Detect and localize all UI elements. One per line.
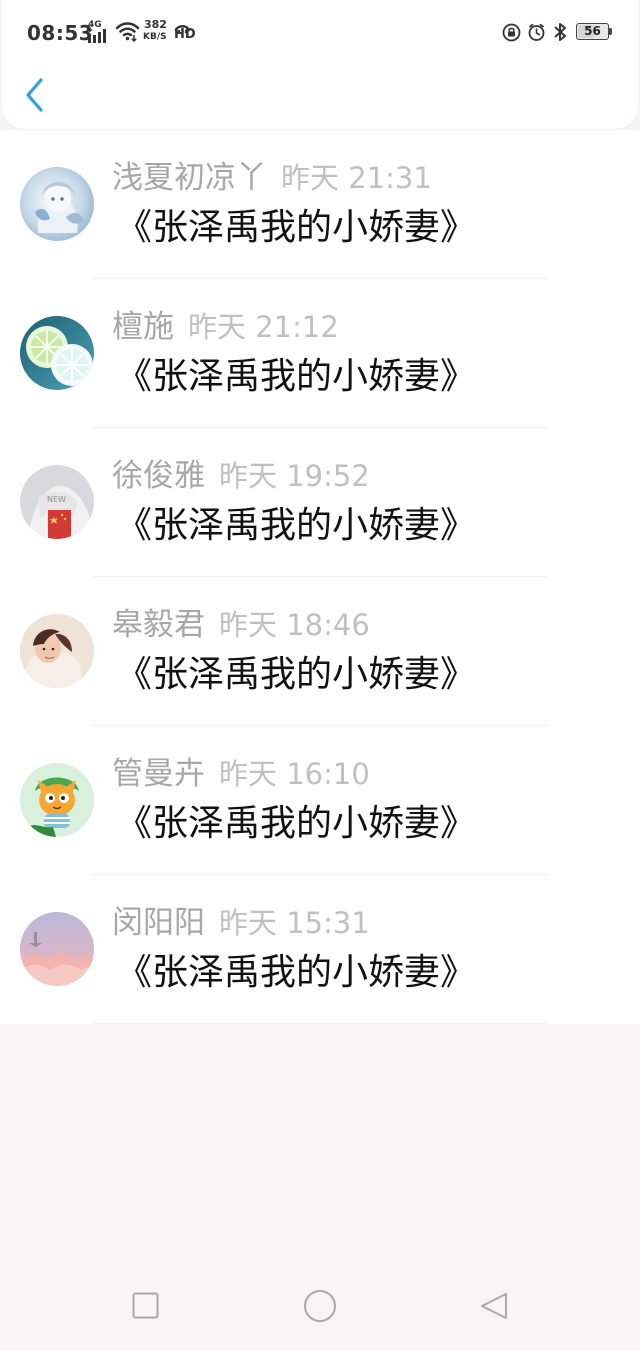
- status-bar: 08:53 4G 382 KB/S HD 56: [0, 0, 640, 66]
- comment-list: 浅夏初凉丫 昨天 21:31 《张泽禹我的小娇妻》 檀施 昨天 21:12 《张…: [0, 130, 640, 1024]
- comment-time: 昨天 19:52: [219, 459, 370, 493]
- network-speed-value: 382: [144, 18, 167, 31]
- square-icon: [132, 1292, 159, 1319]
- home-button[interactable]: [300, 1286, 340, 1326]
- username[interactable]: 檀施: [112, 309, 174, 345]
- username[interactable]: 管曼卉: [112, 756, 205, 792]
- status-time: 08:53: [27, 21, 94, 45]
- comment-item[interactable]: 管曼卉 昨天 16:10 《张泽禹我的小娇妻》: [0, 726, 640, 875]
- comment-meta: 皋毅君 昨天 18:46: [112, 605, 370, 645]
- username[interactable]: 皋毅君: [112, 607, 205, 643]
- avatar[interactable]: [20, 763, 94, 837]
- back-button[interactable]: [475, 1286, 515, 1326]
- comment-meta: 檀施 昨天 21:12: [112, 307, 339, 347]
- username[interactable]: 浅夏初凉丫: [112, 160, 267, 196]
- wifi-icon: [115, 22, 140, 42]
- comment-text: 《张泽禹我的小娇妻》: [116, 505, 477, 546]
- comment-text: 《张泽禹我的小娇妻》: [116, 654, 477, 695]
- battery-cap: [609, 28, 612, 35]
- avatar[interactable]: [20, 614, 94, 688]
- comment-meta: 闵阳阳 昨天 15:31: [112, 903, 370, 943]
- avatar[interactable]: [20, 912, 94, 986]
- svg-text:NEW: NEW: [47, 495, 66, 504]
- comment-text: 《张泽禹我的小娇妻》: [116, 356, 477, 397]
- bluetooth-icon: [554, 23, 566, 41]
- network-speed-unit: KB/S: [143, 32, 167, 42]
- comment-item[interactable]: 皋毅君 昨天 18:46 《张泽禹我的小娇妻》: [0, 577, 640, 726]
- circle-icon: [304, 1290, 336, 1322]
- hd-label: HD: [174, 27, 196, 42]
- comment-text: 《张泽禹我的小娇妻》: [116, 803, 477, 844]
- comment-time: 昨天 21:12: [188, 310, 339, 344]
- comment-meta: 管曼卉 昨天 16:10: [112, 754, 370, 794]
- system-navigation-bar: [0, 1260, 640, 1351]
- triangle-back-icon: [481, 1293, 507, 1319]
- signal-icon: [88, 28, 106, 43]
- comment-time: 昨天 21:31: [281, 161, 432, 195]
- comment-time: 昨天 15:31: [219, 906, 370, 940]
- avatar[interactable]: NEW: [20, 465, 94, 539]
- lock-icon: [502, 23, 521, 42]
- alarm-icon: [528, 23, 545, 41]
- avatar[interactable]: [20, 316, 94, 390]
- comment-item[interactable]: 檀施 昨天 21:12 《张泽禹我的小娇妻》: [0, 279, 640, 428]
- username[interactable]: 闵阳阳: [112, 905, 205, 941]
- battery-level: 56: [584, 24, 601, 38]
- comment-time: 昨天 18:46: [219, 608, 370, 642]
- battery-indicator: 56: [576, 23, 609, 40]
- comment-item[interactable]: NEW 徐俊雅 昨天 19:52 《张泽禹我的小娇妻》: [0, 428, 640, 577]
- comment-meta: 徐俊雅 昨天 19:52: [112, 456, 370, 496]
- comment-text: 《张泽禹我的小娇妻》: [116, 952, 477, 993]
- username[interactable]: 徐俊雅: [112, 458, 205, 494]
- avatar[interactable]: [20, 167, 94, 241]
- back-icon[interactable]: [20, 76, 54, 114]
- comment-item[interactable]: 闵阳阳 昨天 15:31 《张泽禹我的小娇妻》: [0, 875, 640, 1024]
- divider: [92, 1023, 548, 1024]
- comment-item[interactable]: 浅夏初凉丫 昨天 21:31 《张泽禹我的小娇妻》: [0, 130, 640, 279]
- recent-apps-button[interactable]: [126, 1286, 166, 1326]
- comment-text: 《张泽禹我的小娇妻》: [116, 207, 477, 248]
- comment-meta: 浅夏初凉丫 昨天 21:31: [112, 158, 432, 198]
- comment-time: 昨天 16:10: [219, 757, 370, 791]
